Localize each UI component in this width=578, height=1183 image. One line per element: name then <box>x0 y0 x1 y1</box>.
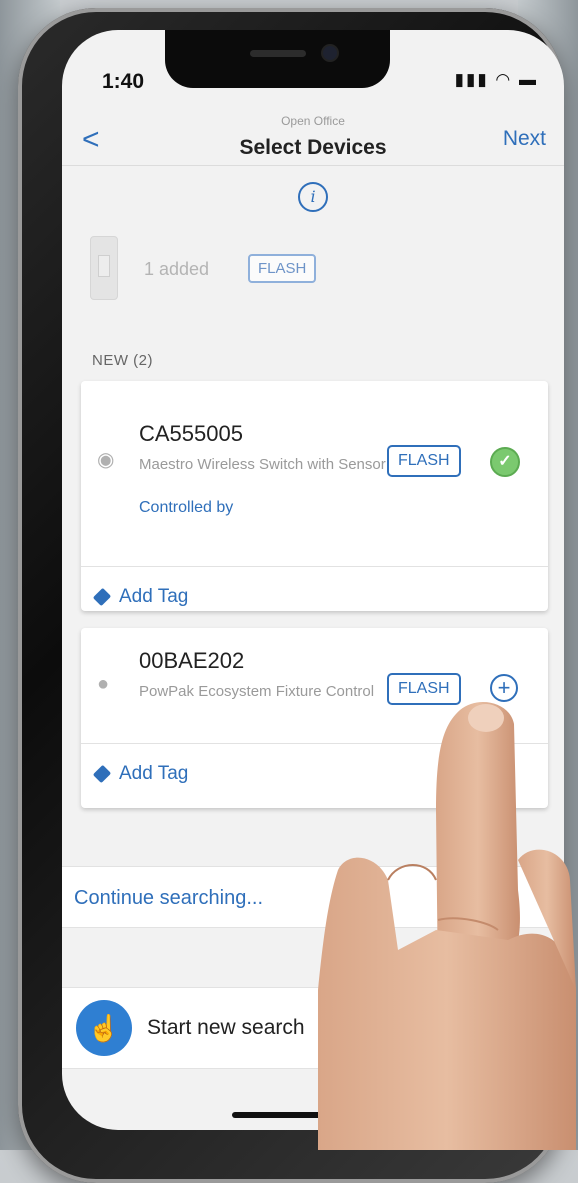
device-description: PowPak Ecosystem Fixture Control <box>139 683 375 700</box>
continue-searching-row[interactable]: Continue searching... <box>62 866 564 928</box>
sensor-icon: ◉ <box>97 449 115 471</box>
plus-icon[interactable]: + <box>490 674 518 702</box>
add-tag-button[interactable]: Add Tag <box>92 586 189 608</box>
device-card: ● 00BAE202 PowPak Ecosystem Fixture Cont… <box>81 628 548 808</box>
added-device-thumbnail <box>90 236 118 300</box>
status-icons: ▮▮▮ ◠ ▬ <box>455 70 538 90</box>
info-icon[interactable]: i <box>298 182 328 212</box>
signal-icon: ▮▮▮ <box>454 70 489 89</box>
status-time: 1:40 <box>102 70 145 93</box>
flash-added-button[interactable]: FLASH <box>248 254 317 283</box>
device-card: ◉ CA555005 Maestro Wireless Switch with … <box>81 381 548 611</box>
hand-tap-icon: ☝ <box>76 1000 132 1056</box>
flash-button[interactable]: FLASH <box>387 445 461 477</box>
bulb-icon: ● <box>97 673 110 695</box>
controlled-by-link[interactable]: Controlled by <box>139 499 233 517</box>
nav-divider <box>62 165 564 166</box>
device-id: 00BAE202 <box>139 648 245 673</box>
continue-searching-label: Continue searching... <box>74 887 264 909</box>
home-indicator <box>232 1112 392 1118</box>
page-title: Select Devices <box>239 136 387 159</box>
start-new-search-label: Start new search <box>147 1016 305 1039</box>
speaker <box>250 50 306 57</box>
card-divider <box>81 743 548 744</box>
flash-button[interactable]: FLASH <box>387 673 461 705</box>
nav-subtitle: Open Office <box>281 114 345 128</box>
phone-screen: 1:40 ▮▮▮ ◠ ▬ < Open Office Select Device… <box>62 30 564 1130</box>
add-tag-label: Add Tag <box>119 586 189 607</box>
card-divider <box>81 566 548 567</box>
tag-icon <box>92 587 112 607</box>
device-description: Maestro Wireless Switch with Sensor <box>139 456 386 473</box>
added-count: 1 added <box>144 259 210 279</box>
camera <box>323 46 337 60</box>
next-button[interactable]: Next <box>503 127 546 151</box>
notch <box>165 30 390 88</box>
section-header-new: NEW (2) <box>92 352 153 369</box>
tag-icon <box>92 764 112 784</box>
check-icon[interactable]: ✓ <box>490 447 520 477</box>
start-new-search-row[interactable]: ☝ Start new search <box>62 987 564 1069</box>
battery-icon: ▬ <box>519 70 538 89</box>
phone-frame: 1:40 ▮▮▮ ◠ ▬ < Open Office Select Device… <box>18 8 564 1183</box>
wifi-icon: ◠ <box>495 70 513 89</box>
add-tag-button[interactable]: Add Tag <box>92 763 189 785</box>
device-id: CA555005 <box>139 421 243 446</box>
add-tag-label: Add Tag <box>119 763 189 784</box>
